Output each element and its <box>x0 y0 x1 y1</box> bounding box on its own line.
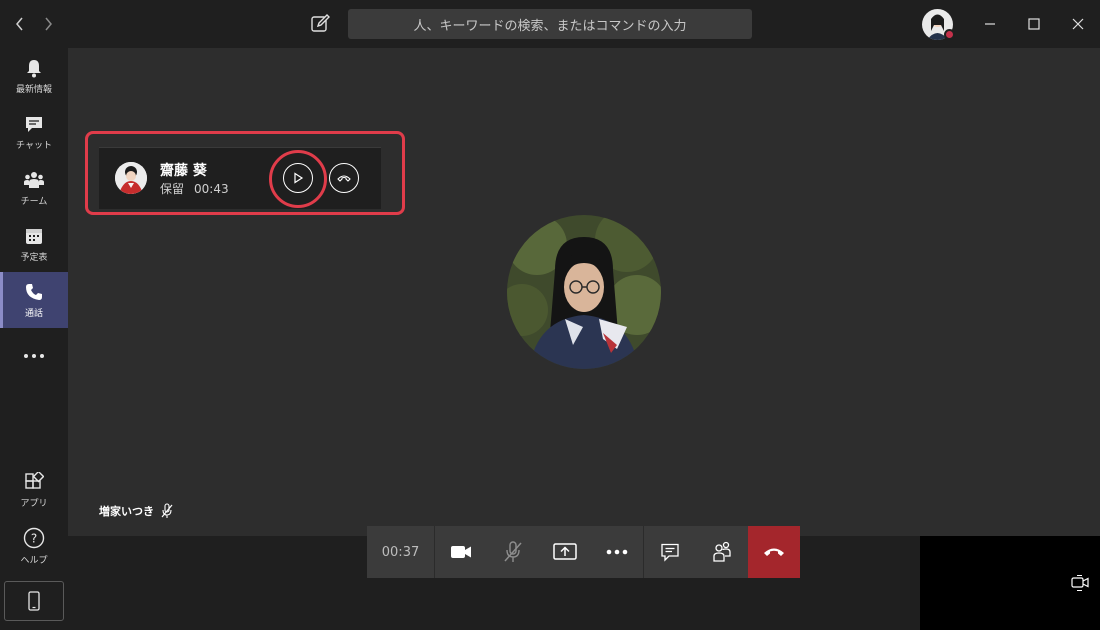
participant-avatar <box>507 215 661 369</box>
hangup-icon <box>764 548 784 556</box>
teams-icon <box>24 171 44 188</box>
call-timer: 00:37 <box>367 526 435 578</box>
call-control-bar: 00:37 <box>367 526 800 578</box>
rail-item-more[interactable] <box>0 328 68 384</box>
conversation-button[interactable] <box>644 526 696 578</box>
rail-label: 最新情報 <box>15 84 52 95</box>
app-rail: 最新情報 チャット チーム 予定表 通話 アプリ ? ヘルプ <box>0 48 68 630</box>
phone-icon <box>26 283 42 300</box>
calendar-icon <box>26 228 42 244</box>
video-camera-icon <box>451 546 471 558</box>
camera-button[interactable] <box>435 526 487 578</box>
svg-text:?: ? <box>31 531 37 545</box>
help-icon: ? <box>23 527 45 548</box>
self-name: 増家いつき <box>99 505 154 518</box>
rail-label: チーム <box>20 196 48 207</box>
rail-label: 通話 <box>24 308 43 319</box>
rail-item-chat[interactable]: チャット <box>0 104 68 160</box>
maximize-icon[interactable] <box>1022 12 1046 36</box>
rail-label: ヘルプ <box>20 555 48 566</box>
self-name-label: 増家いつき <box>99 503 174 519</box>
share-screen-icon <box>553 543 577 560</box>
mic-off-icon <box>161 503 173 518</box>
participants-button[interactable] <box>696 526 748 578</box>
mobile-phone-icon <box>28 591 40 611</box>
switch-camera-icon[interactable] <box>1071 574 1089 592</box>
more-icon <box>606 549 628 555</box>
rail-item-calendar[interactable]: 予定表 <box>0 216 68 272</box>
presence-busy-icon <box>944 29 955 40</box>
rail-item-help[interactable]: ? ヘルプ <box>0 518 68 574</box>
resume-button-highlight <box>269 150 327 208</box>
back-icon[interactable] <box>10 12 30 36</box>
held-call-highlight <box>85 131 405 215</box>
chat-icon <box>26 116 42 132</box>
mobile-device-button[interactable] <box>4 581 64 621</box>
mic-off-icon <box>504 541 522 562</box>
rail-label: アプリ <box>20 498 48 509</box>
title-bar: 人、キーワードの検索、またはコマンドの入力 <box>0 0 1100 48</box>
rail-item-teams[interactable]: チーム <box>0 160 68 216</box>
mute-button[interactable] <box>487 526 539 578</box>
rail-item-apps[interactable]: アプリ <box>0 462 68 518</box>
compose-icon[interactable] <box>308 12 332 36</box>
rail-item-calls[interactable]: 通話 <box>0 272 68 328</box>
minimize-icon[interactable] <box>978 12 1002 36</box>
close-icon[interactable] <box>1066 12 1090 36</box>
forward-icon[interactable] <box>38 12 58 36</box>
rail-item-activity[interactable]: 最新情報 <box>0 48 68 104</box>
more-actions-button[interactable] <box>591 526 643 578</box>
share-screen-button[interactable] <box>539 526 591 578</box>
hang-up-button[interactable] <box>748 526 800 578</box>
rail-label: 予定表 <box>20 252 48 263</box>
chat-icon <box>661 543 679 562</box>
rail-label: チャット <box>16 140 52 151</box>
bell-icon <box>27 59 41 77</box>
search-input[interactable]: 人、キーワードの検索、またはコマンドの入力 <box>348 9 752 39</box>
apps-icon <box>25 471 44 489</box>
participants-icon <box>713 541 731 562</box>
more-icon <box>24 354 44 358</box>
